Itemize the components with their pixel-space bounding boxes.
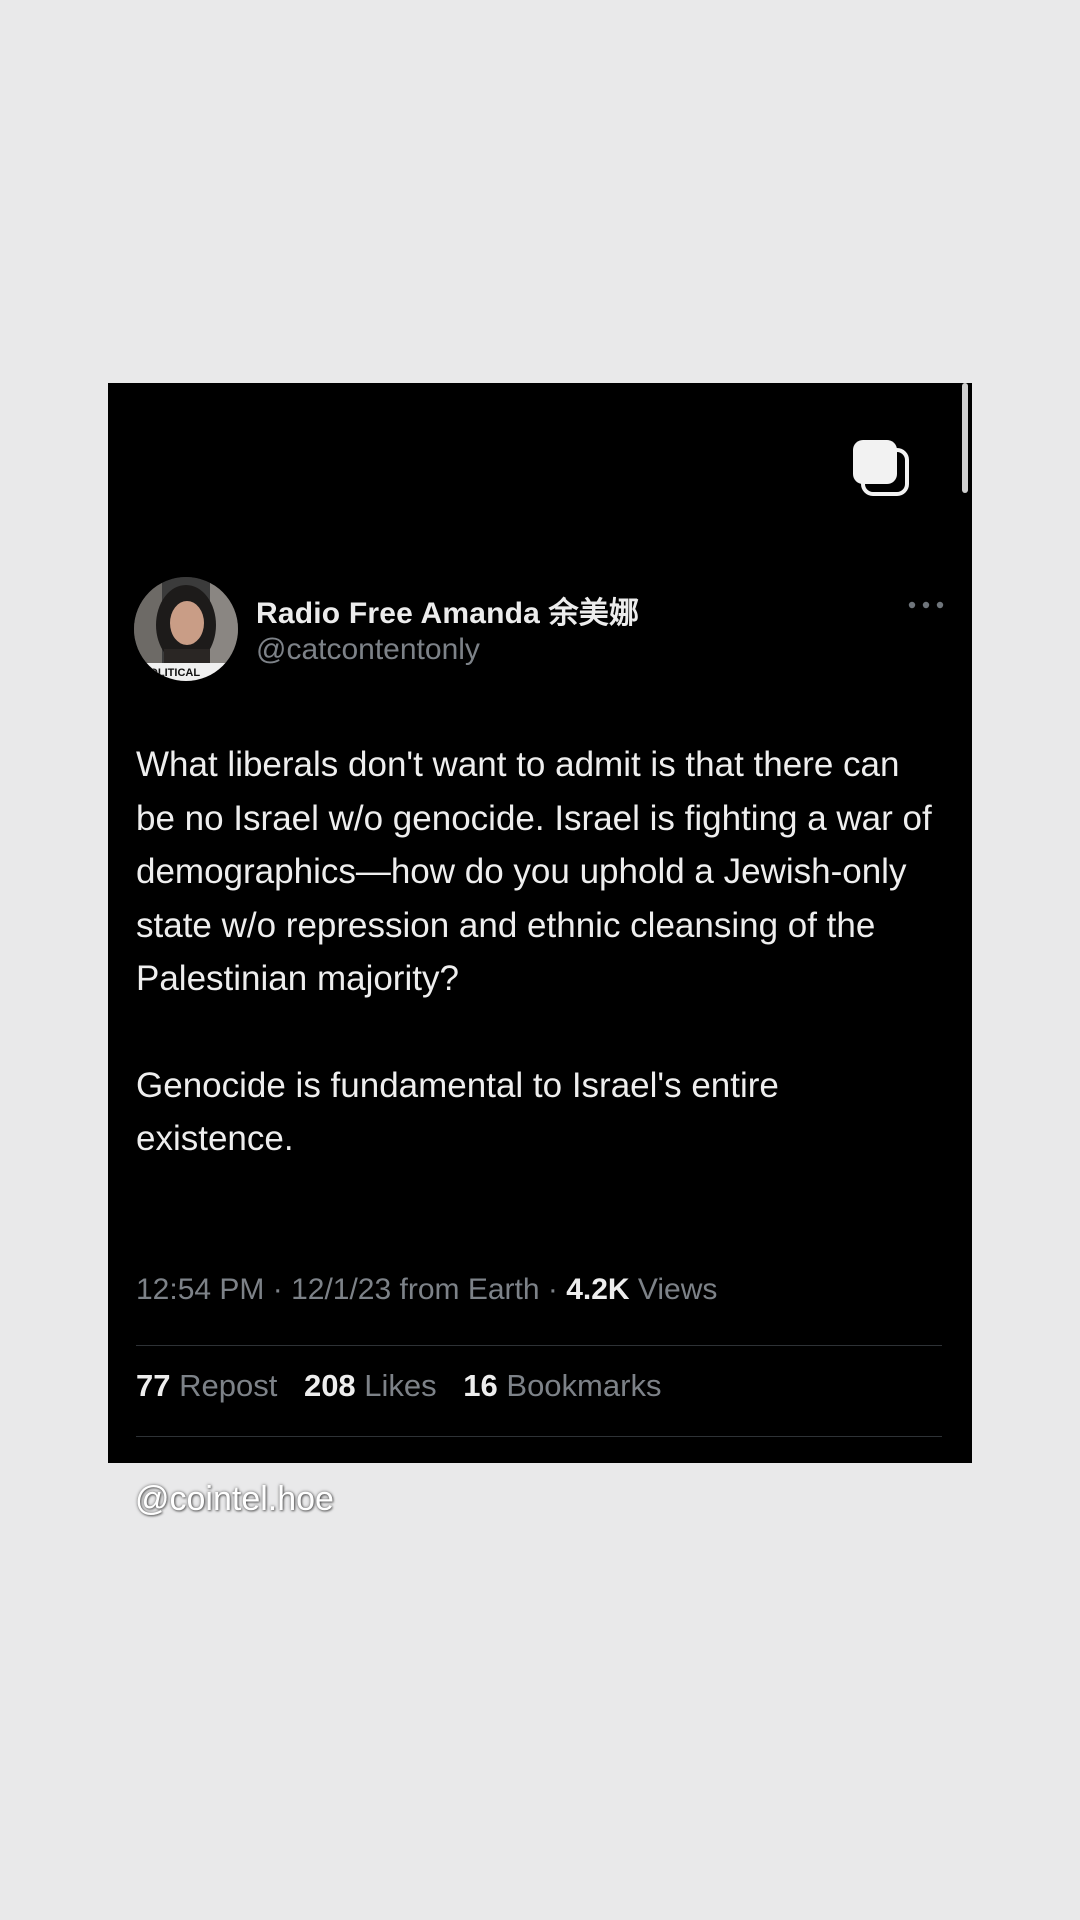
copy-icon[interactable]	[848, 435, 916, 503]
divider	[136, 1345, 942, 1346]
avatar-image: POLITICAL	[134, 577, 238, 681]
views-count: 4.2K	[566, 1273, 630, 1306]
avatar-caption: POLITICAL	[142, 667, 200, 679]
reposts-label: Repost	[170, 1368, 278, 1403]
author-display-name[interactable]: Radio Free Amanda 余美娜	[256, 588, 639, 632]
bookmarks-count: 16	[463, 1368, 498, 1403]
likes-count: 208	[303, 1368, 356, 1403]
bookmarks-stat[interactable]: 16 Bookmarks	[463, 1368, 661, 1403]
tweet-timestamp[interactable]: 12:54 PM · 12/1/23 from Earth ·	[136, 1273, 566, 1306]
avatar[interactable]: POLITICAL	[134, 577, 238, 681]
views-label: Views	[629, 1273, 718, 1306]
tweet-paragraph: What liberals don't want to admit is tha…	[136, 745, 932, 998]
tweet-card: POLITICAL Radio Free Amanda 余美娜 @catcont…	[108, 383, 972, 1463]
tweet-metadata: 12:54 PM · 12/1/23 from Earth · 4.2K Vie…	[136, 1273, 717, 1307]
divider	[136, 1436, 942, 1437]
likes-label: Likes	[355, 1368, 437, 1403]
engagement-stats: 77 Repost 208 Likes 16 Bookmarks	[136, 1368, 679, 1404]
tweet-paragraph: Genocide is fundamental to Israel's enti…	[136, 1065, 779, 1159]
more-options-icon[interactable]	[906, 599, 946, 611]
author-name-row[interactable]: Radio Free Amanda 余美娜	[256, 588, 639, 632]
author-handle[interactable]: @catcontentonly	[256, 633, 480, 667]
likes-stat[interactable]: 208 Likes	[304, 1368, 437, 1403]
scrollbar[interactable]	[962, 383, 968, 493]
watermark-username: @cointel.hoe	[135, 1480, 334, 1518]
tweet-text: What liberals don't want to admit is tha…	[136, 738, 946, 1166]
reposts-count: 77	[136, 1368, 171, 1403]
reposts-stat[interactable]: 77 Repost	[136, 1368, 277, 1403]
bookmarks-label: Bookmarks	[497, 1368, 662, 1403]
